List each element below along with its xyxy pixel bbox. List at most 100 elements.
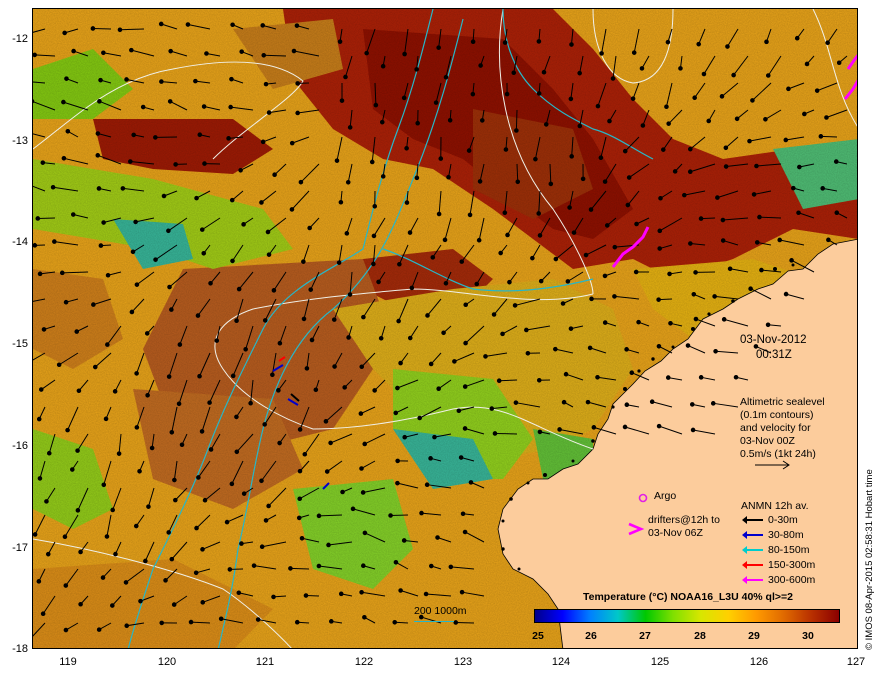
colorbar-title: Temperature (°C) NOAA16_L3U 40% ql>=2 bbox=[583, 591, 793, 603]
velocity-arrow-head bbox=[40, 160, 46, 165]
velocity-arrow-head bbox=[477, 179, 483, 184]
velocity-arrow-head bbox=[95, 153, 101, 158]
velocity-arrow-head bbox=[568, 96, 574, 102]
velocity-arrow-head bbox=[61, 99, 66, 105]
velocity-arrow-head bbox=[36, 416, 42, 422]
velocity-arrow-head bbox=[656, 344, 662, 349]
velocity-arrow-head bbox=[657, 228, 663, 234]
velocity-arrow-head bbox=[153, 135, 158, 140]
velocity-arrow-head bbox=[513, 400, 519, 405]
velocity-arrow-head bbox=[783, 291, 789, 297]
lat-tick-label: -16 bbox=[12, 440, 28, 452]
velocity-arrow-shaft bbox=[455, 621, 475, 624]
velocity-arrow-head bbox=[193, 570, 199, 576]
velocity-arrow-head bbox=[565, 279, 571, 284]
velocity-arrow-head bbox=[124, 77, 129, 82]
velocity-arrow-head bbox=[460, 511, 466, 517]
velocity-arrow-head bbox=[230, 373, 236, 379]
velocity-arrow-head bbox=[112, 389, 118, 394]
anmn-legend-title: ANMN 12h av. bbox=[741, 500, 809, 512]
velocity-arrow-head bbox=[398, 588, 403, 593]
velocity-arrow-head bbox=[52, 239, 57, 244]
velocity-arrow-head bbox=[640, 123, 646, 128]
velocity-arrow-head bbox=[639, 66, 645, 71]
velocity-arrow-head bbox=[359, 364, 365, 370]
velocity-arrow-head bbox=[309, 337, 315, 343]
velocity-arrow-head bbox=[720, 238, 726, 243]
velocity-arrow-head bbox=[459, 259, 465, 264]
altimetry-line: 0.5m/s (1kt 24h) bbox=[740, 448, 816, 460]
colorbar-tick: 30 bbox=[802, 630, 814, 642]
velocity-arrow-head bbox=[271, 594, 276, 600]
velocity-arrow-head bbox=[577, 70, 582, 76]
velocity-arrow-head bbox=[234, 318, 239, 323]
velocity-arrow-head bbox=[133, 219, 138, 225]
velocity-arrow-head bbox=[591, 425, 597, 430]
anmn-legend-label: 80-150m bbox=[768, 544, 810, 556]
velocity-arrow-head bbox=[98, 243, 104, 248]
velocity-arrow-head bbox=[602, 273, 608, 279]
velocity-arrow-head bbox=[402, 434, 408, 440]
velocity-arrow-head bbox=[195, 313, 201, 318]
velocity-arrow-head bbox=[712, 294, 717, 299]
argo-label: Argo bbox=[654, 490, 677, 502]
anmn-legend-item: 30-80m bbox=[742, 529, 804, 541]
velocity-arrow-head bbox=[580, 176, 586, 182]
velocity-arrow-head bbox=[589, 296, 594, 302]
velocity-arrow-head bbox=[633, 269, 639, 275]
velocity-arrow-head bbox=[96, 186, 102, 191]
velocity-arrow-head bbox=[395, 480, 400, 486]
velocity-arrow-head bbox=[660, 147, 666, 152]
velocity-arrow-head bbox=[200, 600, 206, 605]
velocity-arrow-head bbox=[214, 338, 220, 343]
velocity-arrow-head bbox=[634, 221, 639, 227]
velocity-arrow-head bbox=[167, 99, 173, 104]
velocity-arrow-head bbox=[128, 159, 133, 164]
velocity-arrow-head bbox=[234, 449, 240, 455]
velocity-arrow-head bbox=[723, 164, 729, 169]
velocity-arrow-head bbox=[265, 229, 271, 235]
velocity-arrow-head bbox=[236, 286, 242, 292]
velocity-arrow-head bbox=[791, 185, 796, 191]
velocity-arrow-head bbox=[687, 169, 693, 175]
lat-tick-label: -14 bbox=[12, 236, 28, 248]
velocity-arrow-head bbox=[338, 199, 344, 205]
velocity-arrow-head bbox=[345, 179, 351, 185]
velocity-arrow-head bbox=[624, 402, 630, 408]
velocity-arrow-head bbox=[243, 346, 248, 352]
velocity-arrow-head bbox=[727, 266, 733, 272]
velocity-arrow-head bbox=[336, 260, 342, 265]
velocity-arrow-head bbox=[404, 200, 410, 205]
velocity-arrow-head bbox=[438, 156, 444, 161]
velocity-arrow-head bbox=[90, 26, 96, 31]
velocity-arrow-head bbox=[270, 372, 275, 378]
colorbar-tick: 26 bbox=[585, 630, 597, 642]
velocity-arrow-head bbox=[116, 451, 122, 456]
velocity-arrow-head bbox=[169, 307, 174, 312]
velocity-arrow-head bbox=[689, 402, 695, 407]
velocity-arrow-head bbox=[538, 278, 544, 284]
velocity-arrow-head bbox=[833, 159, 839, 164]
velocity-arrow-head bbox=[372, 203, 378, 209]
velocity-arrow-head bbox=[337, 39, 343, 44]
velocity-arrow-head bbox=[153, 257, 158, 262]
velocity-arrow-head bbox=[794, 35, 800, 41]
velocity-arrow-head bbox=[360, 490, 366, 495]
velocity-arrow-head bbox=[260, 23, 266, 28]
velocity-arrow-head bbox=[169, 429, 175, 435]
velocity-arrow-head bbox=[442, 237, 448, 243]
velocity-arrow-head bbox=[229, 481, 235, 487]
velocity-arrow-head bbox=[598, 155, 604, 161]
anmn-legend-label: 0-30m bbox=[768, 514, 798, 526]
velocity-arrow-head bbox=[514, 128, 519, 133]
velocity-arrow-head bbox=[110, 603, 115, 608]
velocity-arrow-head bbox=[754, 163, 759, 169]
velocity-arrow-head bbox=[201, 104, 207, 109]
velocity-arrow-head bbox=[748, 286, 753, 292]
velocity-arrow-head bbox=[207, 400, 212, 405]
velocity-arrow-head bbox=[395, 385, 400, 391]
velocity-arrow-head bbox=[137, 468, 142, 474]
velocity-arrow-head bbox=[350, 506, 356, 512]
velocity-arrow-head bbox=[234, 414, 239, 420]
velocity-arrow-head bbox=[266, 252, 272, 257]
